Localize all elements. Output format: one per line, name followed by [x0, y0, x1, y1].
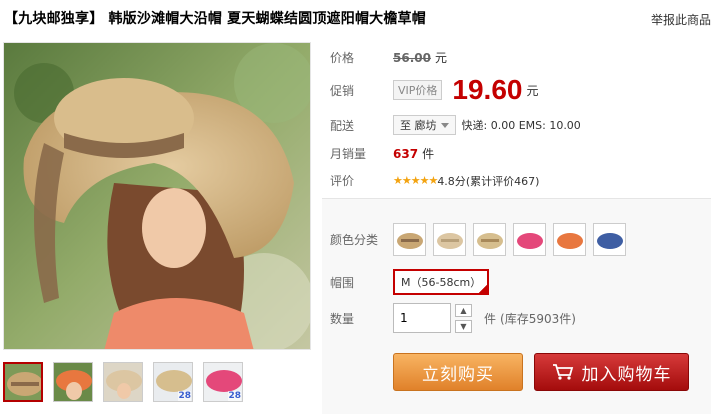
quantity-unit: 件: [484, 311, 497, 326]
thumbnail-strip: 28 28: [3, 362, 243, 402]
rating-label: 评价: [330, 174, 355, 188]
promo-label: 促销: [330, 83, 355, 98]
color-swatch[interactable]: [473, 223, 506, 256]
color-swatch[interactable]: [393, 223, 426, 256]
star-rating-icon: ★★★★★: [393, 174, 438, 187]
product-title: 【九块邮独享】 韩版沙滩帽大沿帽 夏天蝴蝶结圆顶遮阳帽大檐草帽: [4, 11, 426, 27]
shipping-fees: 快递: 0.00 EMS: 10.00: [461, 119, 581, 132]
vip-price-tag: VIP价格: [393, 80, 443, 100]
buy-now-button[interactable]: 立刻购买: [393, 353, 523, 391]
color-swatch[interactable]: [593, 223, 626, 256]
quantity-row: 数量 ▲ ▼ 件 (库存5903件): [330, 303, 576, 333]
rating-row: 评价 ★★★★★ 4.8分 (累计评价467): [330, 172, 539, 189]
color-swatch[interactable]: [513, 223, 546, 256]
promo-row: 促销 VIP价格 19.60 元: [330, 74, 539, 106]
color-swatch[interactable]: [433, 223, 466, 256]
price-label: 价格: [330, 51, 355, 65]
shipping-row: 配送 至 廊坊 快递: 0.00 EMS: 10.00: [330, 115, 581, 135]
quantity-label: 数量: [330, 311, 355, 326]
quantity-stepper: ▲ ▼: [455, 303, 472, 333]
thumbnail-2[interactable]: [53, 362, 93, 402]
sales-unit: 件: [422, 147, 435, 161]
rating-score: 4.8分: [437, 174, 466, 188]
sales-count: 637: [393, 146, 419, 161]
color-row: 颜色分类: [330, 223, 626, 256]
thumbnail-badge: 28: [228, 391, 241, 401]
thumbnail-3[interactable]: [103, 362, 143, 402]
thumbnail-badge: 28: [178, 391, 191, 401]
destination-select[interactable]: 至 廊坊: [393, 115, 456, 135]
size-value: M（56-58cm）: [401, 276, 482, 289]
report-link[interactable]: 举报此商品: [651, 11, 711, 28]
thumbnail-4[interactable]: 28: [153, 362, 193, 402]
color-label: 颜色分类: [330, 233, 379, 247]
add-to-cart-button[interactable]: 加入购物车: [534, 353, 689, 391]
buy-now-label: 立刻购买: [422, 364, 494, 385]
color-swatch[interactable]: [553, 223, 586, 256]
thumbnail-5[interactable]: 28: [203, 362, 243, 402]
sales-row: 月销量 637 件: [330, 145, 434, 162]
sales-label: 月销量: [330, 147, 367, 161]
arrow-up-icon[interactable]: ▲: [455, 303, 472, 317]
original-price: 56.00: [393, 50, 431, 65]
stock-count: (库存5903件): [500, 311, 576, 326]
destination-value: 至 廊坊: [400, 119, 437, 132]
chevron-down-icon: [440, 122, 449, 128]
check-icon: [478, 284, 489, 294]
size-label: 帽围: [330, 275, 355, 290]
size-option-selected[interactable]: M（56-58cm）: [393, 269, 490, 295]
shipping-label: 配送: [330, 118, 355, 133]
main-product-image: [3, 42, 311, 350]
promo-unit: 元: [526, 83, 539, 98]
price-info-panel: 价格 56.00 元 促销 VIP价格 19.60 元 配送 至 廊坊 快递: …: [322, 40, 711, 200]
price-unit: 元: [434, 51, 447, 65]
thumbnail-1[interactable]: [3, 362, 43, 402]
arrow-down-icon[interactable]: ▼: [455, 319, 472, 333]
add-to-cart-label: 加入购物车: [581, 364, 672, 385]
price-row: 价格 56.00 元: [330, 49, 447, 66]
review-count-link[interactable]: (累计评价467): [466, 173, 540, 189]
shopping-cart-icon: [552, 364, 573, 380]
sku-options-panel: 颜色分类 帽围 M（56-58cm） 数量 ▲ ▼ 件 (库存5903件) 立刻…: [322, 198, 711, 414]
size-row: 帽围 M（56-58cm）: [330, 269, 490, 295]
quantity-input[interactable]: [393, 303, 451, 333]
color-swatches: [393, 223, 626, 256]
promo-price: 19.60: [452, 74, 523, 105]
